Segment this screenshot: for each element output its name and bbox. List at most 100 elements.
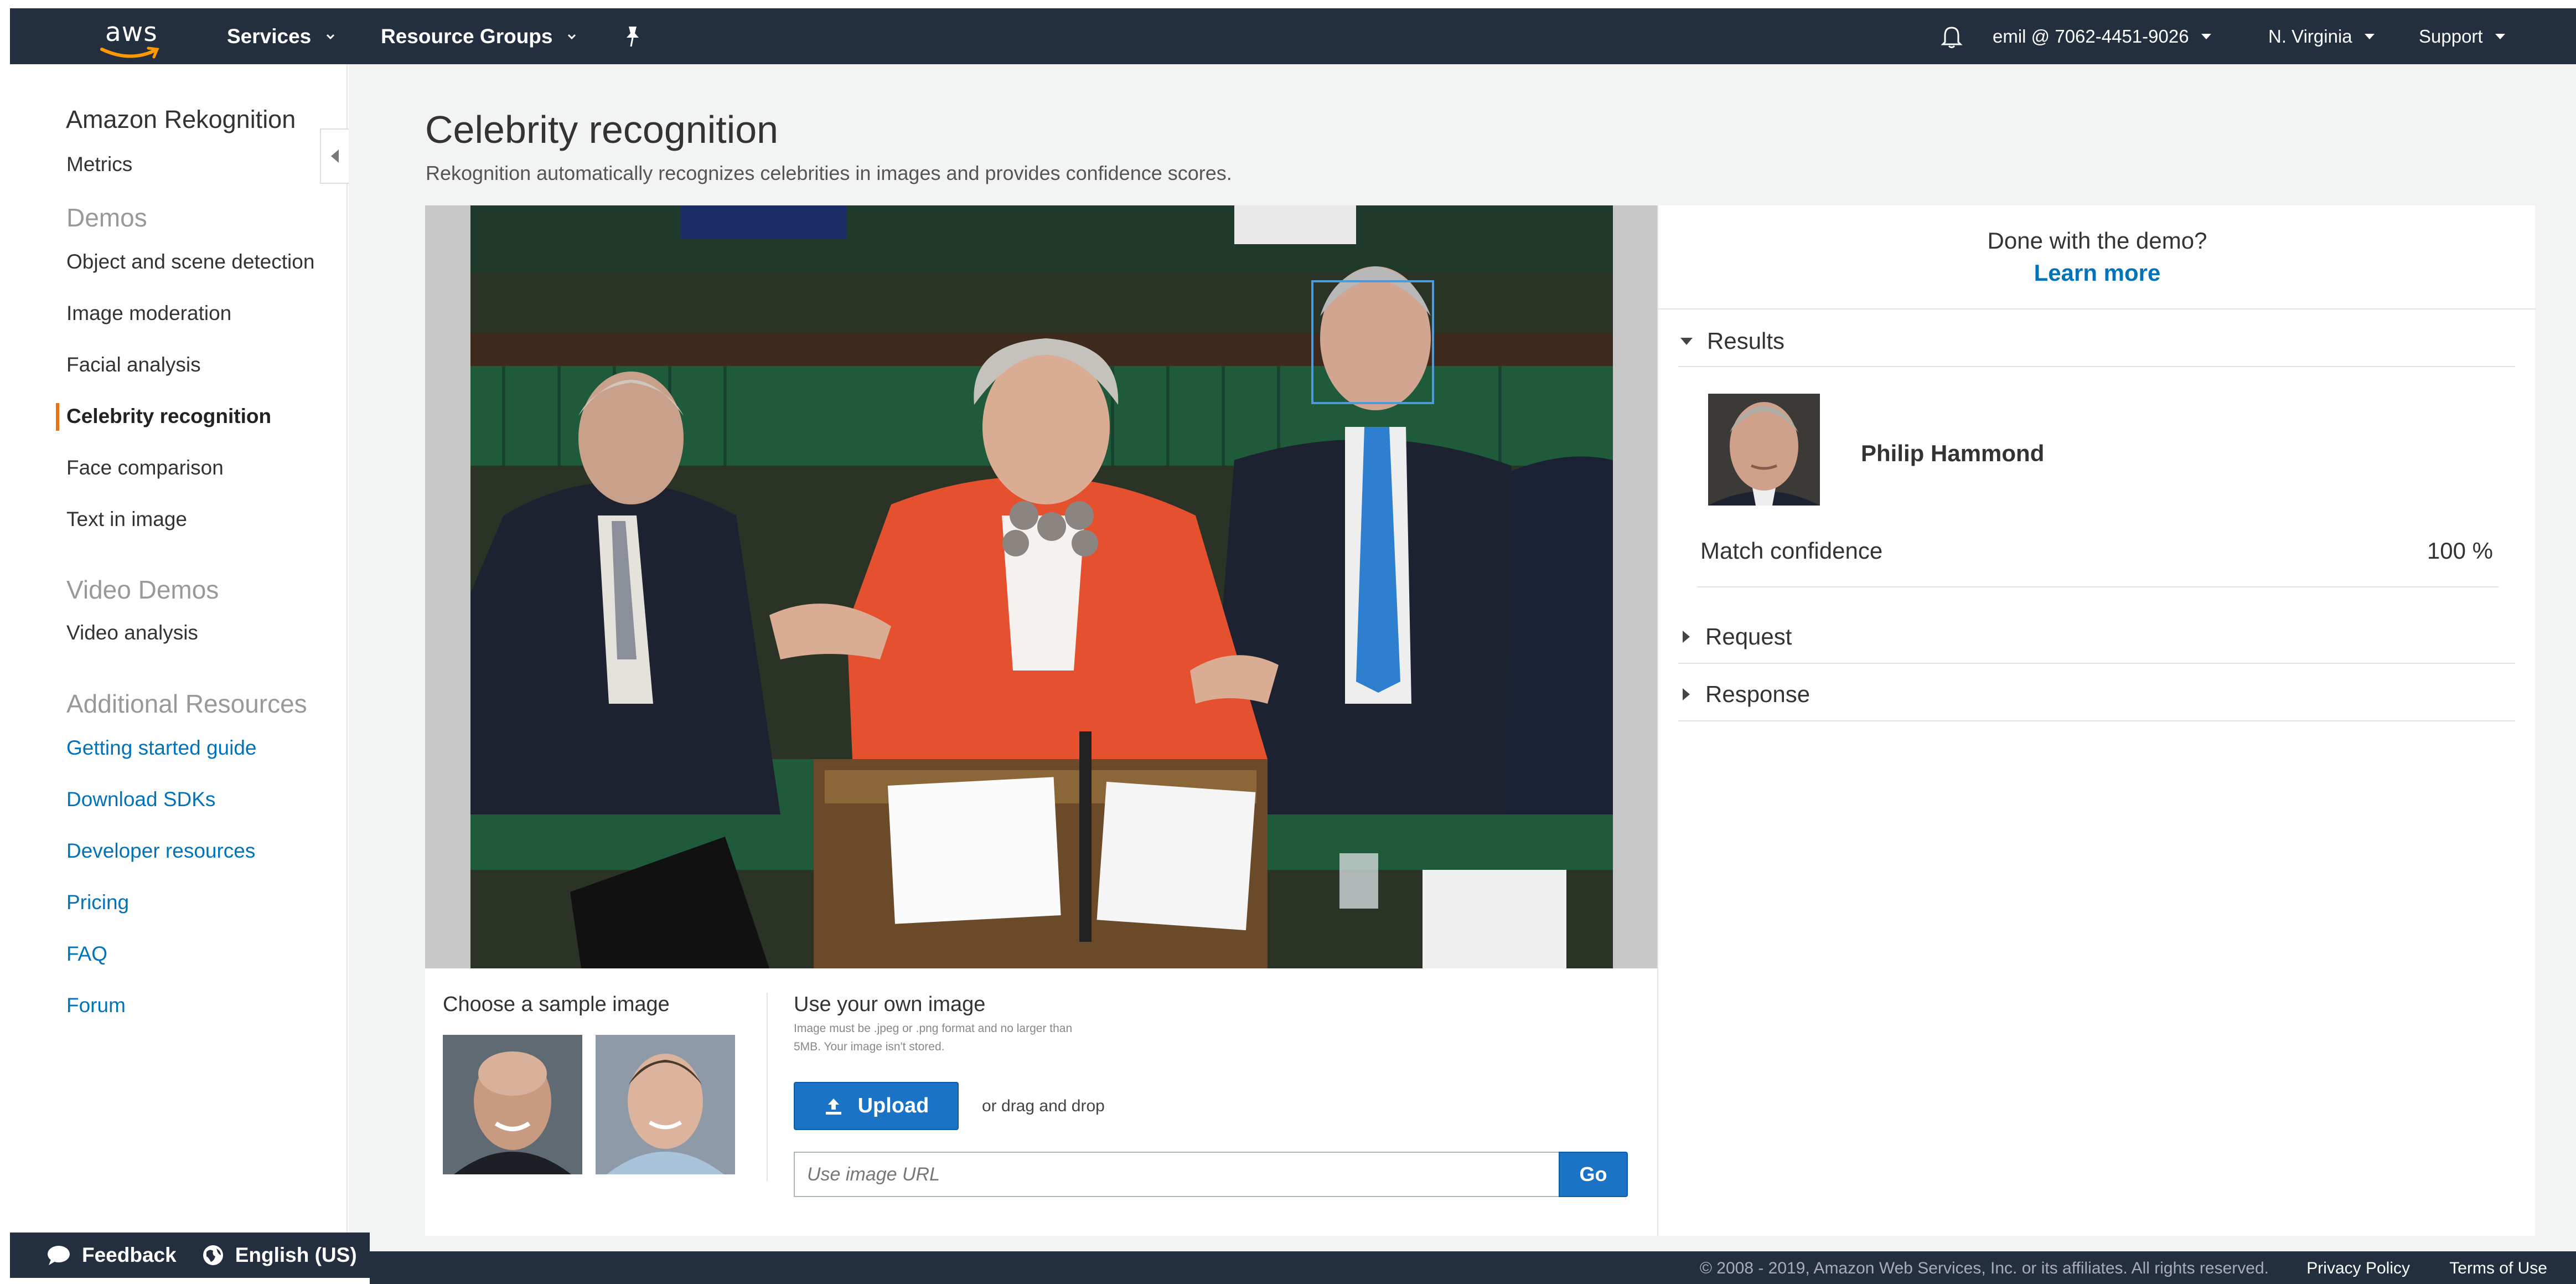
feedback-button[interactable]: Feedback — [46, 1244, 177, 1267]
caret-right-icon — [1683, 688, 1690, 700]
divider — [1678, 366, 2515, 367]
caret-down-icon — [2495, 33, 2505, 39]
sidebar-section-additional-resources: Additional Resources — [66, 689, 307, 718]
globe-icon — [203, 1245, 223, 1265]
upload-button[interactable]: Upload — [794, 1082, 959, 1130]
feedback-bar: Feedback English (US) — [10, 1233, 370, 1278]
sidebar-link-forum[interactable]: Forum — [66, 994, 126, 1017]
region-label: N. Virginia — [2268, 25, 2352, 47]
divider — [1658, 308, 2536, 310]
account-label: emil @ 7062-4451-9026 — [1993, 25, 2189, 47]
language-selector[interactable]: English (US) — [202, 1244, 357, 1267]
divider — [1697, 586, 2499, 587]
results-toggle[interactable]: Results — [1680, 322, 1784, 360]
sidebar-link-download-sdks[interactable]: Download SDKs — [66, 788, 215, 811]
divider — [1678, 663, 2515, 664]
drag-and-drop-text: or drag and drop — [982, 1097, 1105, 1115]
pin-button[interactable] — [623, 8, 642, 64]
pin-icon — [627, 26, 639, 47]
go-button[interactable]: Go — [1559, 1152, 1628, 1197]
services-label: Services — [227, 24, 312, 48]
demo-image-card: Choose a sample image Use your own image… — [425, 205, 1657, 1236]
sidebar-title[interactable]: Amazon Rekognition — [66, 105, 296, 134]
request-toggle[interactable]: Request — [1680, 617, 1792, 656]
support-menu[interactable]: Support — [2419, 8, 2505, 64]
copyright-text: © 2008 - 2019, Amazon Web Services, Inc.… — [1699, 1259, 2269, 1277]
notifications-button[interactable] — [1941, 8, 1963, 64]
terms-of-use-link[interactable]: Terms of Use — [2449, 1259, 2547, 1278]
sample-portrait-1 — [443, 1035, 582, 1174]
sidebar-link-developer-resources[interactable]: Developer resources — [66, 839, 255, 863]
match-confidence-value: 100 % — [2427, 538, 2493, 564]
sidebar-item-image-moderation[interactable]: Image moderation — [66, 302, 231, 325]
footer: © 2008 - 2019, Amazon Web Services, Inc.… — [370, 1251, 2576, 1284]
speech-bubble-icon — [48, 1246, 70, 1265]
caret-down-icon — [2201, 33, 2211, 39]
sample-portrait-2 — [596, 1035, 735, 1174]
region-menu[interactable]: N. Virginia — [2268, 8, 2375, 64]
upload-label: Upload — [857, 1094, 929, 1117]
response-label: Response — [1705, 681, 1811, 707]
sample-image-1[interactable] — [443, 1035, 582, 1174]
sample-image-2[interactable] — [596, 1035, 735, 1174]
image-url-input[interactable] — [794, 1152, 1563, 1197]
sidebar-item-text-in-image[interactable]: Text in image — [66, 508, 187, 531]
section-divider — [767, 993, 768, 1181]
parliament-photo-illustration — [470, 205, 1613, 968]
top-navigation-bar: aws Services Resource Groups emil @ 7062… — [10, 8, 2576, 64]
own-image-label: Use your own image — [794, 993, 986, 1016]
bell-icon — [1941, 26, 1963, 48]
sidebar-item-video-analysis[interactable]: Video analysis — [66, 621, 198, 644]
sidebar-item-metrics[interactable]: Metrics — [66, 153, 132, 176]
sidebar-link-faq[interactable]: FAQ — [66, 942, 107, 966]
own-image-note: Image must be .jpeg or .png format and n… — [794, 1022, 1073, 1053]
caret-down-icon — [2364, 33, 2375, 39]
divider — [1678, 720, 2515, 721]
account-menu[interactable]: emil @ 7062-4451-9026 — [1993, 8, 2211, 64]
detected-face-box[interactable] — [1311, 280, 1434, 404]
language-label: English (US) — [235, 1244, 357, 1266]
celebrity-name: Philip Hammond — [1861, 440, 2045, 466]
analyzed-photo — [470, 205, 1613, 968]
results-panel: Done with the demo? Learn more Results P… — [1657, 205, 2536, 1236]
sidebar-item-face-comparison[interactable]: Face comparison — [66, 456, 224, 479]
sample-image-label: Choose a sample image — [443, 993, 670, 1016]
support-label: Support — [2419, 25, 2483, 47]
celebrity-face-crop — [1708, 394, 1820, 506]
resource-groups-label: Resource Groups — [381, 24, 553, 48]
results-label: Results — [1707, 328, 1785, 354]
learn-more-link[interactable]: Learn more — [1658, 260, 2536, 286]
sidebar-collapse-button[interactable] — [320, 128, 349, 184]
caret-down-icon — [1680, 337, 1693, 345]
aws-logo[interactable]: aws — [93, 17, 170, 59]
request-label: Request — [1705, 623, 1792, 649]
feedback-label: Feedback — [82, 1244, 177, 1266]
response-toggle[interactable]: Response — [1680, 675, 1810, 714]
sidebar-link-pricing[interactable]: Pricing — [66, 891, 129, 914]
chevron-down-icon — [327, 34, 335, 39]
sidebar-section-video-demos: Video Demos — [66, 575, 219, 604]
chevron-down-icon — [568, 34, 576, 39]
sidebar-link-getting-started[interactable]: Getting started guide — [66, 736, 257, 760]
main-content: Celebrity recognition Rekognition automa… — [349, 64, 2576, 1251]
active-item-indicator — [56, 403, 59, 431]
image-frame — [425, 205, 1657, 968]
collapse-left-icon — [331, 149, 339, 163]
sidebar-item-facial-analysis[interactable]: Facial analysis — [66, 353, 201, 377]
done-with-demo-text: Done with the demo? — [1987, 228, 2207, 254]
page-title: Celebrity recognition — [425, 108, 779, 151]
services-menu[interactable]: Services — [227, 8, 335, 64]
privacy-policy-link[interactable]: Privacy Policy — [2306, 1259, 2410, 1278]
caret-right-icon — [1683, 631, 1690, 643]
aws-smile-icon — [100, 47, 159, 59]
upload-icon — [825, 1098, 841, 1115]
sidebar: Amazon Rekognition Metrics Demos Object … — [10, 64, 348, 1233]
page-subtitle: Rekognition automatically recognizes cel… — [426, 162, 1232, 184]
resource-groups-menu[interactable]: Resource Groups — [381, 8, 577, 64]
sidebar-item-celebrity-recognition[interactable]: Celebrity recognition — [66, 405, 271, 428]
celebrity-face-thumbnail — [1708, 394, 1820, 506]
match-confidence-label: Match confidence — [1700, 538, 1883, 564]
aws-logo-text: aws — [105, 17, 158, 48]
sidebar-section-demos: Demos — [66, 203, 147, 232]
sidebar-item-object-scene-detection[interactable]: Object and scene detection — [66, 250, 314, 274]
